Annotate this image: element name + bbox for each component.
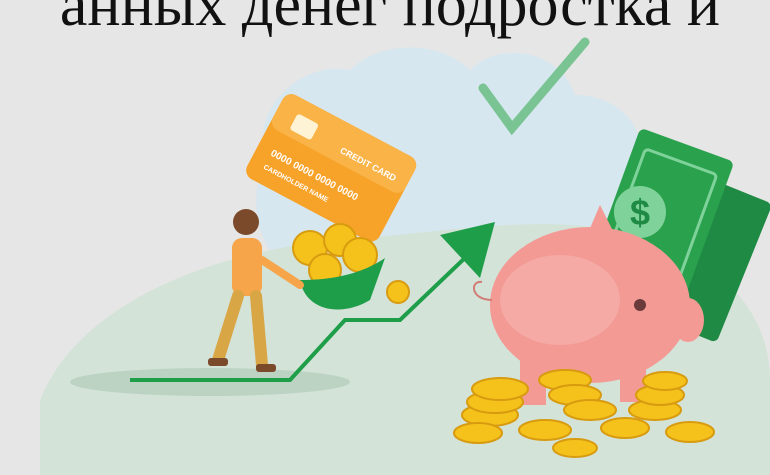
- dollar-icon: $: [630, 192, 650, 233]
- money-illustration: $ CREDIT CARD 0000 0000 0000 0000 CARDHO…: [40, 37, 770, 475]
- slide-title: анных денег подростка и: [59, 0, 721, 39]
